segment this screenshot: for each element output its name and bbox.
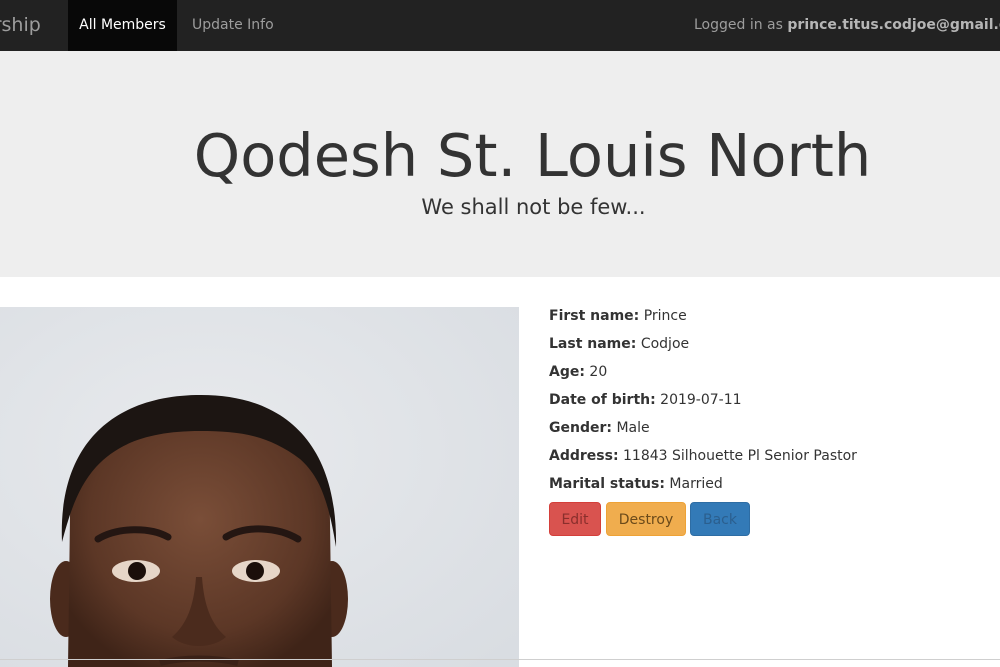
divider [0,659,1000,660]
field-value: 11843 Silhouette Pl Senior Pastor [623,448,857,464]
field-value: 2019-07-11 [660,392,742,408]
destroy-button[interactable]: Destroy [606,502,686,536]
field-value: Male [616,420,650,436]
nav-all-members[interactable]: All Members [68,0,177,51]
field-label: Marital status: [549,476,665,492]
nav-update-info[interactable]: Update Info [192,0,274,51]
page-title: Qodesh St. Louis North [193,121,872,190]
gender-row: Gender: Male [549,418,989,446]
address-row: Address: 11843 Silhouette Pl Senior Past… [549,446,989,474]
brand-link[interactable]: ership [0,0,41,51]
first-name-row: First name: Prince [549,306,989,334]
logged-in-status: Logged in as prince.titus.codjoe@gmail.c… [694,0,1000,51]
member-photo [0,307,519,667]
field-label: Age: [549,364,585,380]
top-navbar: ership All Members Update Info Logged in… [0,0,1000,51]
date-of-birth-row: Date of birth: 2019-07-11 [549,390,989,418]
field-label: First name: [549,308,640,324]
member-portrait-icon [0,307,519,667]
edit-button[interactable]: Edit [549,502,601,536]
back-button[interactable]: Back [690,502,750,536]
user-email: prince.titus.codjoe@gmail.com [787,17,1000,33]
page-subtitle: We shall not be few... [421,195,646,219]
field-label: Address: [549,448,619,464]
jumbotron: Qodesh St. Louis North We shall not be f… [0,51,1000,277]
last-name-row: Last name: Codjoe [549,334,989,362]
field-label: Last name: [549,336,637,352]
member-details: First name: Prince Last name: Codjoe Age… [549,306,989,502]
field-value: 20 [589,364,608,380]
field-value: Married [669,476,723,492]
field-value: Prince [643,308,687,324]
age-row: Age: 20 [549,362,989,390]
field-value: Codjoe [640,336,690,352]
field-label: Date of birth: [549,392,656,408]
marital-status-row: Marital status: Married [549,474,989,502]
field-label: Gender: [549,420,612,436]
logged-in-prefix: Logged in as [694,17,783,33]
